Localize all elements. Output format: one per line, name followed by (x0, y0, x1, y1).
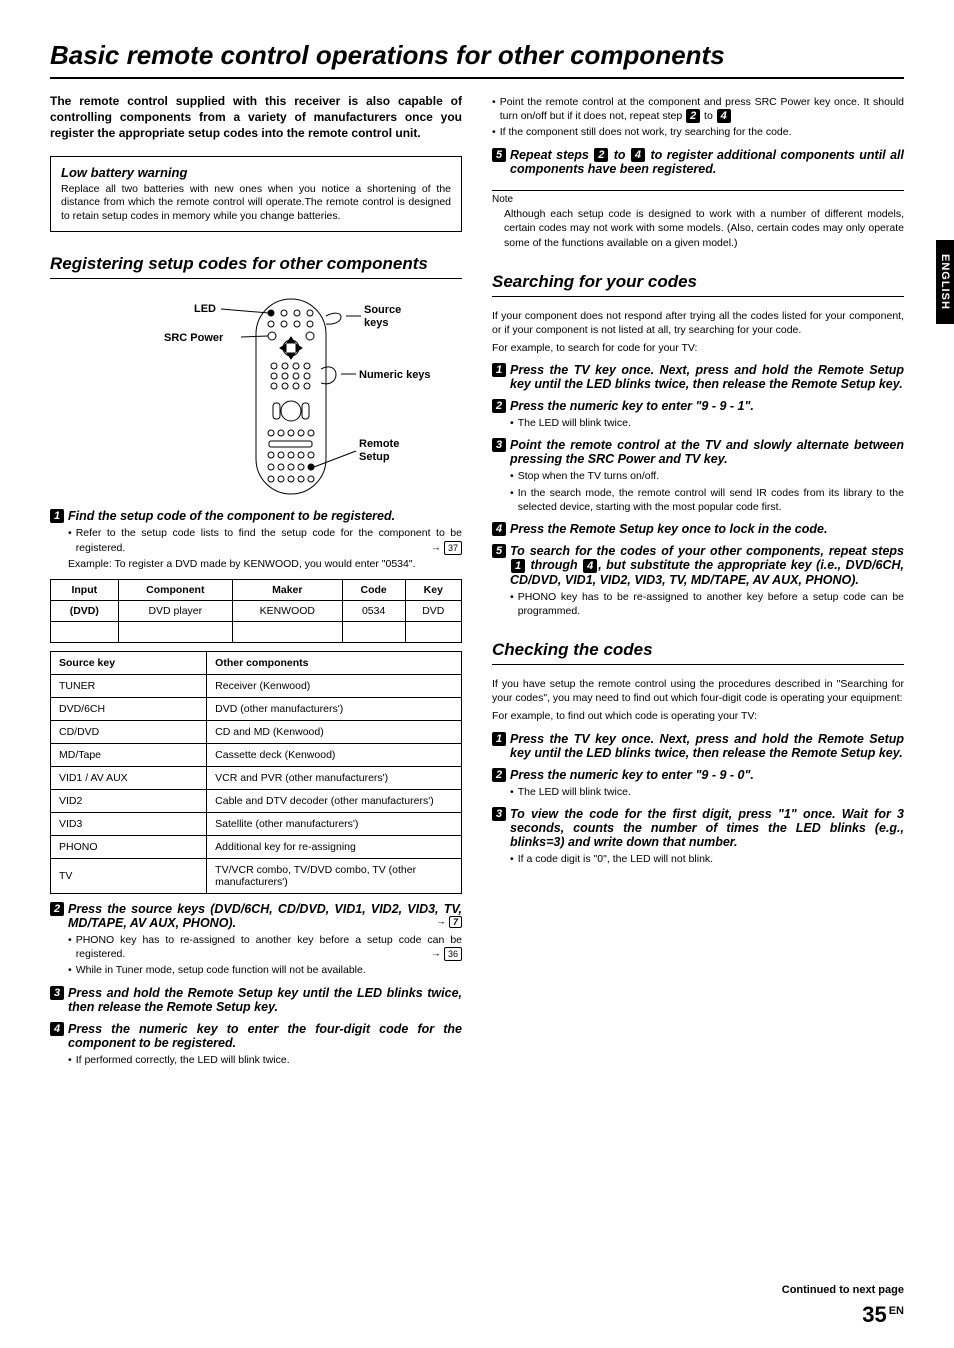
search-step-3: 3Point the remote control at the TV and … (492, 438, 904, 466)
reg-s4-bullet1: •If performed correctly, the LED will bl… (68, 1053, 462, 1067)
searching-heading: Searching for your codes (492, 272, 904, 297)
source-key-table: Source key Other components TUNERReceive… (50, 651, 462, 894)
low-battery-box: Low battery warning Replace all two batt… (50, 156, 462, 233)
reg-step-5: 5 Repeat steps 2 to 4 to register additi… (492, 148, 904, 177)
label-led: LED (194, 303, 216, 315)
language-tab: ENGLISH (936, 240, 954, 324)
col2-top-b2: •If the component still does not work, t… (492, 125, 904, 139)
search-s3-b1: •Stop when the TV turns on/off. (510, 469, 904, 483)
page-number: 35EN (50, 1302, 904, 1328)
reg-s1-bullet1: • Refer to the setup code lists to find … (68, 526, 462, 554)
page-title: Basic remote control operations for othe… (50, 40, 904, 79)
step-num-icon: 5 (492, 148, 506, 162)
search-s3-b2: •In the search mode, the remote control … (510, 486, 904, 514)
remote-diagram: LED SRC Power Source keys Numeric keys R… (66, 291, 446, 501)
reg-s2-bullet1: •PHONO key has to re-assigned to another… (68, 933, 462, 961)
step-num-icon: 3 (50, 986, 64, 1000)
label-source-keys-2: keys (364, 317, 388, 329)
checking-heading: Checking the codes (492, 640, 904, 665)
reg-step-1: 1 Find the setup code of the component t… (50, 509, 462, 523)
searching-intro1: If your component does not respond after… (492, 309, 904, 337)
search-s5-b1: •PHONO key has to be re-assigned to anot… (510, 590, 904, 618)
label-source-keys-1: Source (364, 304, 401, 316)
check-s3-b1: •If a code digit is "0", the LED will no… (510, 852, 904, 866)
continued-label: Continued to next page (50, 1284, 904, 1296)
check-step-3: 3To view the code for the first digit, p… (492, 807, 904, 849)
search-s2-b1: •The LED will blink twice. (510, 416, 904, 430)
checking-intro1: If you have setup the remote control usi… (492, 677, 904, 705)
reg-s2-bullet2: •While in Tuner mode, setup code functio… (68, 963, 462, 977)
label-src-power: SRC Power (164, 332, 224, 344)
label-remote-1: Remote (359, 438, 399, 450)
checking-intro2: For example, to find out which code is o… (492, 709, 904, 723)
intro-paragraph: The remote control supplied with this re… (50, 93, 462, 142)
search-step-2: 2Press the numeric key to enter "9 - 9 -… (492, 399, 904, 413)
reg-s1-bullet2: Example: To register a DVD made by KENWO… (68, 557, 462, 571)
low-battery-body: Replace all two batteries with new ones … (61, 183, 451, 224)
col2-top-b1: • Point the remote control at the compon… (492, 95, 904, 123)
step-num-icon: 4 (50, 1022, 64, 1036)
step-num-icon: 1 (50, 509, 64, 523)
low-battery-heading: Low battery warning (61, 165, 451, 180)
search-step-5: 5 To search for the codes of your other … (492, 544, 904, 587)
check-step-2: 2Press the numeric key to enter "9 - 9 -… (492, 768, 904, 782)
check-step-1: 1Press the TV key once. Next, press and … (492, 732, 904, 760)
search-step-4: 4Press the Remote Setup key once to lock… (492, 522, 904, 536)
codes-table: Input Component Maker Code Key (DVD) DVD… (50, 579, 462, 643)
reg-step-3: 3 Press and hold the Remote Setup key un… (50, 986, 462, 1014)
search-step-1: 1Press the TV key once. Next, press and … (492, 363, 904, 391)
label-remote-2: Setup (359, 451, 390, 463)
step-num-icon: 2 (50, 902, 64, 916)
reg-step-4: 4 Press the numeric key to enter the fou… (50, 1022, 462, 1050)
label-numeric: Numeric keys (359, 369, 431, 381)
searching-intro2: For example, to search for code for your… (492, 341, 904, 355)
reg-step-2: 2 Press the source keys (DVD/6CH, CD/DVD… (50, 902, 462, 930)
registering-heading: Registering setup codes for other compon… (50, 254, 462, 279)
note-block: Note Although each setup code is designe… (492, 190, 904, 250)
check-s2-b1: •The LED will blink twice. (510, 785, 904, 799)
page-footer: Continued to next page 35EN (50, 1284, 904, 1328)
